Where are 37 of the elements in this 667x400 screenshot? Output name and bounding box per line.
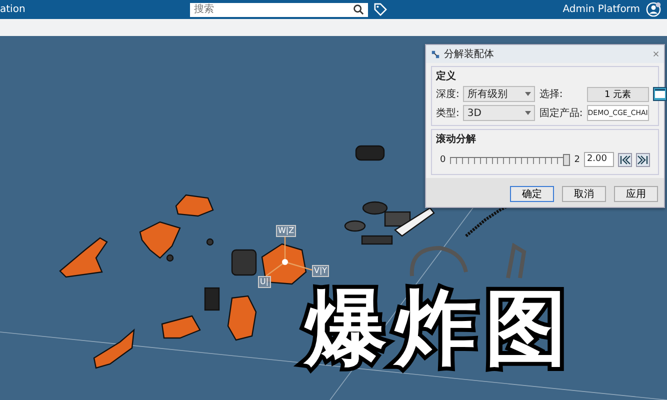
field-label: 类型: [436,106,460,120]
user-avatar-icon[interactable] [646,2,661,17]
compass-axes-drawing[interactable] [266,236,312,276]
caret-icon [525,92,532,96]
field-label: 选择: [539,88,564,101]
caret-icon [525,111,532,115]
close-icon[interactable] [653,51,659,57]
window-list-icon[interactable] [652,87,667,101]
dropdown[interactable]: 3D [463,105,536,121]
slider-max-label: 2 [574,154,580,164]
rewind-icon[interactable] [618,152,632,166]
slider-track[interactable] [450,154,570,166]
compass-axis-label[interactable]: W|Z [276,225,296,237]
field-label: 固定产品: [539,106,583,120]
dropdown[interactable]: 所有级别 [463,86,536,102]
app-title: ation [0,4,26,15]
tag-icon[interactable] [374,3,387,16]
group-heading: 滚动分解 [436,132,477,146]
dialog-button[interactable]: 确定 [510,186,554,202]
front-handle-drawing [410,246,468,276]
search-icon[interactable] [353,4,364,15]
slider-min-label: 0 [440,154,446,164]
user-name[interactable]: Admin Platform [562,4,640,15]
compass-axis-label[interactable]: V|Y [312,265,330,277]
slider-thumb[interactable] [563,154,570,166]
fast-forward-icon[interactable] [636,152,650,166]
selection-button[interactable]: 1 元素 [586,86,649,102]
search-field[interactable]: 搜索 [190,2,368,16]
rear-handle-drawing [506,242,526,278]
value-spinner[interactable]: 2.00 [584,152,614,167]
dialog-button[interactable]: 应用 [614,186,658,202]
compass-axis-label[interactable]: U| [258,276,271,288]
group-heading: 定义 [436,69,457,83]
dialog-button[interactable]: 取消 [562,186,606,202]
field-label: 深度: [436,88,460,101]
assembly-icon [431,50,440,58]
dialog-title: 分解装配体 [444,48,494,61]
